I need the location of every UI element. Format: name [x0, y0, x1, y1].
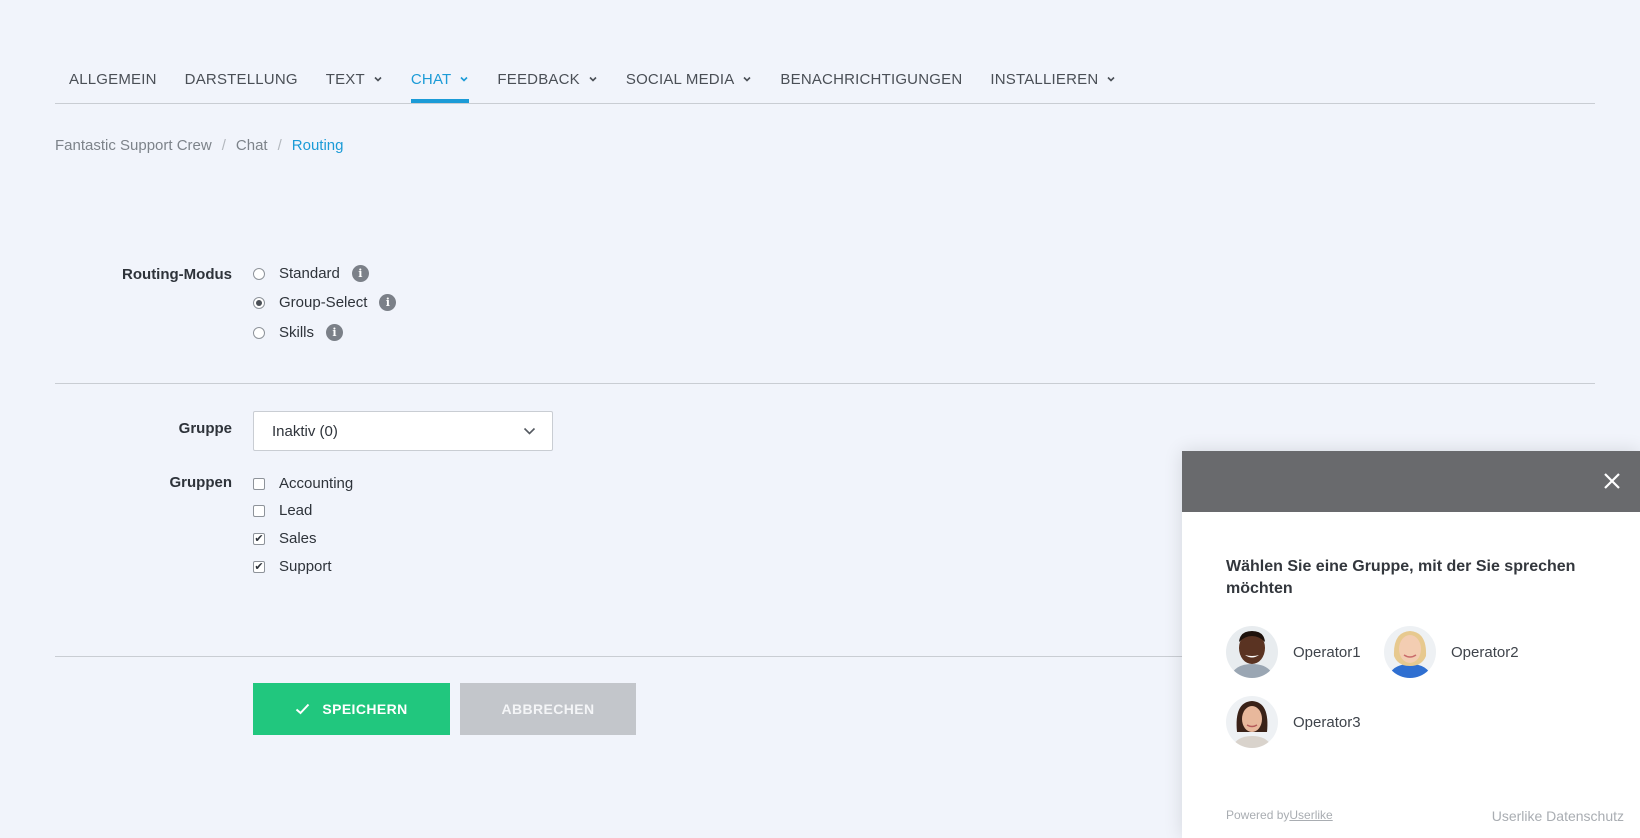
- radio-group-select[interactable]: [253, 296, 265, 309]
- radio-standard[interactable]: [253, 267, 265, 280]
- nav-item-darstellung[interactable]: DARSTELLUNG: [171, 68, 312, 90]
- chevron-down-icon: [589, 76, 597, 82]
- group-checkbox-accounting[interactable]: Accounting: [253, 475, 353, 492]
- checkbox-sales[interactable]: ✔: [253, 532, 265, 545]
- group-checkbox-support[interactable]: ✔ Support: [253, 558, 332, 575]
- routing-option-standard[interactable]: Standard i: [253, 265, 369, 282]
- close-icon[interactable]: [1602, 471, 1622, 491]
- operator-name: Operator1: [1293, 643, 1361, 661]
- breadcrumb-separator: /: [277, 137, 282, 154]
- breadcrumb-separator: /: [221, 137, 226, 154]
- routing-option-label: Skills: [279, 324, 315, 341]
- routing-option-group-select[interactable]: Group-Select i: [253, 294, 397, 311]
- chat-widget-title: Wählen Sie eine Gruppe, mit der Sie spre…: [1226, 558, 1576, 597]
- chat-widget-footer: Powered byUserlike Userlike Datenschutz: [1226, 808, 1624, 824]
- powered-by: Powered byUserlike: [1226, 808, 1333, 822]
- check-icon: [296, 703, 310, 715]
- chevron-down-icon: [460, 76, 468, 82]
- avatar: [1384, 626, 1436, 678]
- group-checkbox-label: Sales: [279, 530, 317, 547]
- nav-item-social-media[interactable]: SOCIAL MEDIA: [612, 68, 767, 90]
- chevron-down-icon: [743, 76, 751, 82]
- routing-option-label: Group-Select: [279, 294, 368, 311]
- checkbox-support[interactable]: ✔: [253, 560, 265, 573]
- save-button[interactable]: SPEICHERN: [253, 683, 450, 735]
- save-button-label: SPEICHERN: [322, 701, 408, 717]
- breadcrumb-item-account[interactable]: Fantastic Support Crew: [55, 137, 212, 154]
- nav-item-benachrichtigungen[interactable]: BENACHRICHTIGUNGEN: [766, 68, 976, 90]
- nav-list: ALLGEMEIN DARSTELLUNG TEXT CHAT FEEDBACK…: [55, 68, 1130, 103]
- privacy-link[interactable]: Userlike Datenschutz: [1492, 808, 1624, 824]
- group-checkbox-label: Support: [279, 558, 332, 575]
- avatar: [1226, 696, 1278, 748]
- groups-label: Gruppen: [169, 474, 233, 491]
- section-divider: [55, 656, 1185, 657]
- userlike-link[interactable]: Userlike: [1289, 808, 1332, 822]
- group-select-value: Inaktiv (0): [272, 422, 338, 440]
- group-checkbox-sales[interactable]: ✔ Sales: [253, 530, 317, 547]
- nav-item-installieren[interactable]: INSTALLIEREN: [976, 68, 1130, 90]
- group-checkbox-label: Accounting: [279, 475, 354, 492]
- cancel-button-label: ABBRECHEN: [501, 701, 595, 717]
- chat-widget: Wählen Sie eine Gruppe, mit der Sie spre…: [1182, 451, 1640, 838]
- cancel-button[interactable]: ABBRECHEN: [460, 683, 636, 735]
- operator-item[interactable]: Operator2: [1384, 626, 1519, 678]
- group-checkbox-lead[interactable]: Lead: [253, 502, 312, 519]
- nav-item-feedback[interactable]: FEEDBACK: [483, 68, 611, 90]
- group-checkbox-label: Lead: [279, 502, 313, 519]
- checkbox-lead[interactable]: [253, 504, 265, 517]
- operator-item[interactable]: Operator3: [1226, 696, 1361, 748]
- routing-option-label: Standard: [279, 265, 340, 282]
- routing-option-skills[interactable]: Skills i: [253, 324, 344, 341]
- chevron-down-icon: [1107, 76, 1115, 82]
- breadcrumb: Fantastic Support Crew / Chat / Routing: [55, 137, 343, 154]
- section-divider: [55, 383, 1595, 384]
- nav-item-text[interactable]: TEXT: [312, 68, 397, 90]
- info-icon[interactable]: i: [379, 294, 397, 311]
- checkbox-accounting[interactable]: [253, 477, 265, 490]
- routing-mode-label: Routing-Modus: [122, 266, 232, 283]
- info-icon[interactable]: i: [326, 324, 344, 341]
- nav-item-allgemein[interactable]: ALLGEMEIN: [55, 68, 171, 90]
- group-select[interactable]: Inaktiv (0): [253, 411, 553, 451]
- avatar: [1226, 626, 1278, 678]
- chevron-down-icon: [374, 76, 382, 82]
- info-icon[interactable]: i: [351, 265, 369, 282]
- group-label: Gruppe: [178, 420, 232, 437]
- breadcrumb-item-current: Routing: [291, 137, 344, 154]
- operator-name: Operator2: [1451, 643, 1519, 661]
- operator-item[interactable]: Operator1: [1226, 626, 1361, 678]
- top-nav: ALLGEMEIN DARSTELLUNG TEXT CHAT FEEDBACK…: [55, 0, 1595, 104]
- nav-item-chat[interactable]: CHAT: [397, 68, 484, 103]
- chat-widget-header: [1182, 451, 1640, 512]
- breadcrumb-item-chat[interactable]: Chat: [236, 137, 268, 154]
- chevron-down-icon: [523, 427, 536, 435]
- radio-skills[interactable]: [253, 326, 265, 339]
- operator-name: Operator3: [1293, 713, 1361, 731]
